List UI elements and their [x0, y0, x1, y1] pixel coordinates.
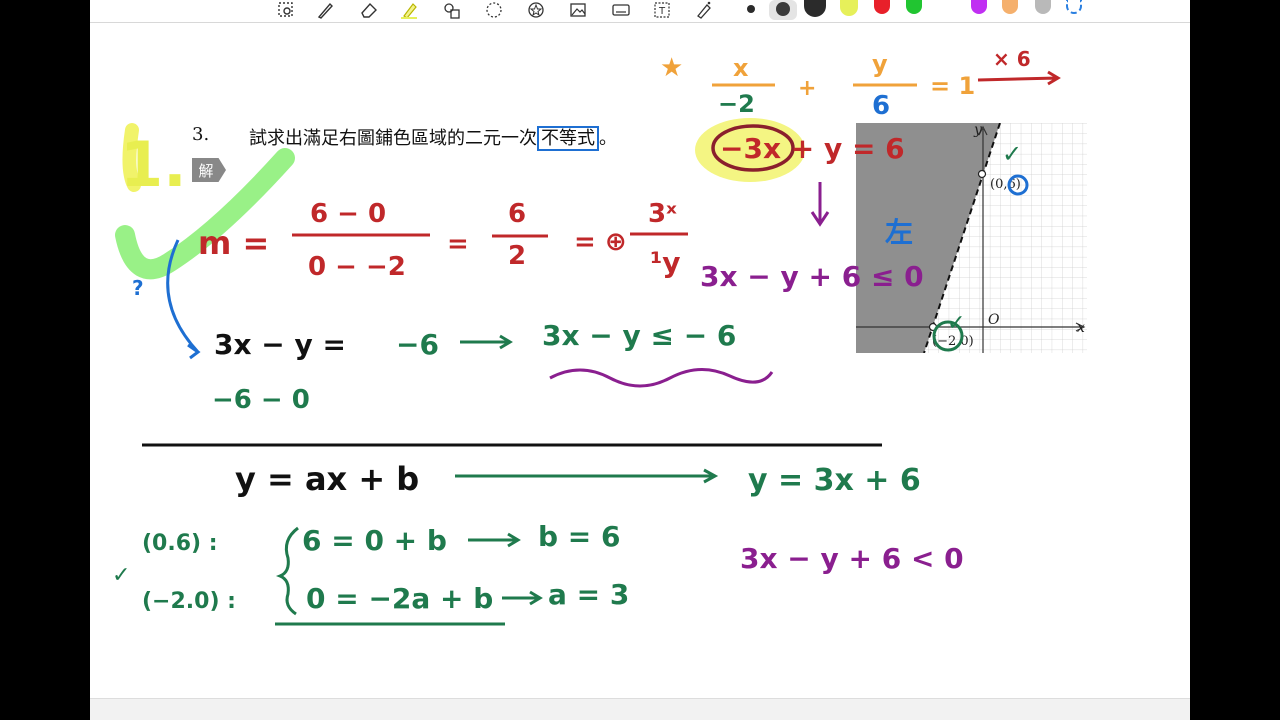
eq-result: 3x − y ≤ − 6 — [542, 319, 736, 352]
bottom-bar — [90, 698, 1190, 720]
final-equation: y = 3x + 6 — [748, 463, 921, 498]
top-den2: 6 — [872, 91, 890, 121]
check-top: ✓ — [1002, 140, 1022, 168]
top-x: x — [733, 54, 749, 82]
system-eq2: 0 = −2a + b — [306, 582, 493, 615]
eq-rhs: −6 — [396, 328, 439, 361]
top-eq1: = 1 — [930, 72, 975, 100]
m-den2: 2 — [508, 241, 526, 271]
final-inequality: 3x − y + 6 < 0 — [740, 542, 964, 575]
m-num3: 3ˣ — [648, 199, 677, 229]
handwriting-layer: ★ x −2 + y 6 = 1 × 6 1. −3x + y = 6 3x −… — [112, 47, 1061, 626]
left-label: 左 — [885, 216, 913, 249]
top-arrow-label: × 6 — [993, 47, 1031, 71]
b-result: b = 6 — [538, 520, 620, 553]
m-num2: 6 — [508, 199, 526, 229]
eq-b: = ⊕ — [574, 227, 627, 257]
check-system: ✓ — [112, 563, 130, 588]
line-equation: −3x + y = 6 — [720, 132, 905, 165]
big-one: 1. — [120, 128, 187, 201]
a-result: a = 3 — [548, 578, 629, 611]
eq-line: 3x − y = — [214, 328, 346, 361]
m-label: m = — [198, 224, 269, 262]
check-graph: ✓ — [947, 311, 965, 336]
m-num1: 6 − 0 — [310, 199, 386, 229]
question-mark: ? — [132, 276, 144, 300]
system-eq1: 6 = 0 + b — [302, 524, 447, 557]
top-y: y — [872, 50, 888, 78]
eq-a: = — [447, 229, 469, 259]
top-den1: −2 — [718, 90, 755, 118]
sub-line: −6 − 0 — [212, 385, 310, 415]
purple-inequality: 3x − y + 6 ≤ 0 — [700, 260, 924, 293]
m-den3: ¹y — [650, 246, 681, 279]
point-two-label: (−2.0) : — [142, 589, 236, 614]
general-equation: y = ax + b — [235, 460, 419, 498]
top-plus: + — [798, 76, 816, 101]
point-one-label: (0.6) : — [142, 531, 218, 556]
star-mark: ★ — [660, 53, 683, 83]
m-den1: 0 − −2 — [308, 252, 406, 282]
whiteboard-canvas[interactable]: T 3. 試求出滿足右圖鋪色區域的二元一次 不等式。 解 y x O (0,6)… — [90, 0, 1190, 720]
